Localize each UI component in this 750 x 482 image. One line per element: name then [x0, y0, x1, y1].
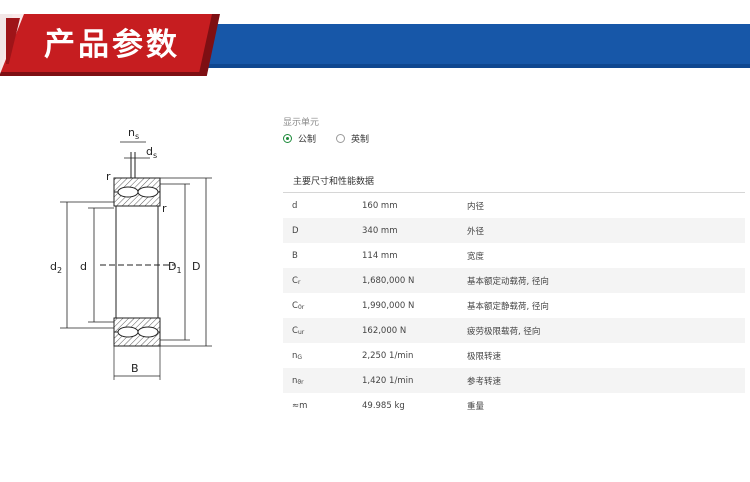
row-description: 宽度: [467, 251, 485, 262]
row-value: 160 mm: [362, 200, 398, 211]
table-row: d 160 mm 内径: [283, 193, 745, 218]
units-option-label: 英制: [351, 135, 370, 145]
table-row: nϑr 1,420 1/min 参考转速: [283, 368, 745, 393]
row-symbol: C0r: [292, 300, 305, 311]
radio-checked-icon[interactable]: [283, 134, 292, 143]
label-D1: D1: [168, 260, 182, 275]
table-row: nG 2,250 1/min 极限转速: [283, 343, 745, 368]
row-value: 1,680,000 N: [362, 275, 415, 286]
row-symbol: d: [292, 200, 298, 211]
page-title: 产品参数: [44, 27, 180, 63]
row-value: 162,000 N: [362, 325, 407, 336]
label-r-right: r: [162, 202, 167, 215]
table-row: C0r 1,990,000 N 基本额定静载荷, 径向: [283, 293, 745, 318]
row-value: 340 mm: [362, 225, 398, 236]
row-description: 极限转速: [467, 351, 502, 362]
row-symbol: Cur: [292, 325, 305, 336]
row-value: 1,420 1/min: [362, 375, 414, 386]
row-value: 114 mm: [362, 250, 398, 261]
row-value: 49.985 kg: [362, 400, 405, 411]
row-description: 参考转速: [467, 376, 502, 387]
row-description: 疲劳极限载荷, 径向: [467, 326, 541, 337]
row-value: 2,250 1/min: [362, 350, 414, 361]
row-symbol: B: [292, 250, 298, 261]
units-option-imperial[interactable]: 英制: [336, 132, 369, 145]
row-symbol: nG: [292, 350, 303, 361]
row-description: 重量: [467, 401, 485, 412]
table-row: Cr 1,680,000 N 基本额定动载荷, 径向: [283, 268, 745, 293]
units-option-metric[interactable]: 公制: [283, 132, 316, 145]
label-ns: ns: [128, 126, 139, 141]
label-ds: ds: [146, 145, 157, 160]
row-symbol: Cr: [292, 275, 301, 286]
row-symbol: nϑr: [292, 375, 304, 386]
row-description: 基本额定静载荷, 径向: [467, 301, 549, 312]
table-row: B 114 mm 宽度: [283, 243, 745, 268]
label-d: d: [80, 260, 87, 273]
label-B: B: [131, 362, 139, 375]
units-label: 显示单元: [283, 118, 320, 128]
bearing-drawing: ns ds r r d2 d D1 D B: [50, 126, 212, 380]
row-description: 外径: [467, 226, 485, 237]
table-row: Cur 162,000 N 疲劳极限载荷, 径向: [283, 318, 745, 343]
row-value: 1,990,000 N: [362, 300, 415, 311]
section-title: 主要尺寸和性能数据: [293, 177, 375, 187]
label-r-top: r: [106, 170, 111, 183]
label-D: D: [192, 260, 200, 273]
radio-unchecked-icon[interactable]: [336, 134, 346, 143]
units-radio-group: 公制 英制: [283, 132, 389, 145]
table-row: ≈m 49.985 kg 重量: [283, 393, 745, 418]
row-description: 内径: [467, 201, 485, 212]
spec-table: d 160 mm 内径 D 340 mm 外径 B 114 mm 宽度 Cr 1…: [283, 192, 745, 418]
row-symbol: D: [292, 225, 299, 236]
units-option-label: 公制: [298, 135, 317, 145]
row-symbol: ≈m: [292, 400, 308, 411]
label-d2: d2: [50, 260, 62, 275]
row-description: 基本额定动载荷, 径向: [467, 276, 549, 287]
table-row: D 340 mm 外径: [283, 218, 745, 243]
